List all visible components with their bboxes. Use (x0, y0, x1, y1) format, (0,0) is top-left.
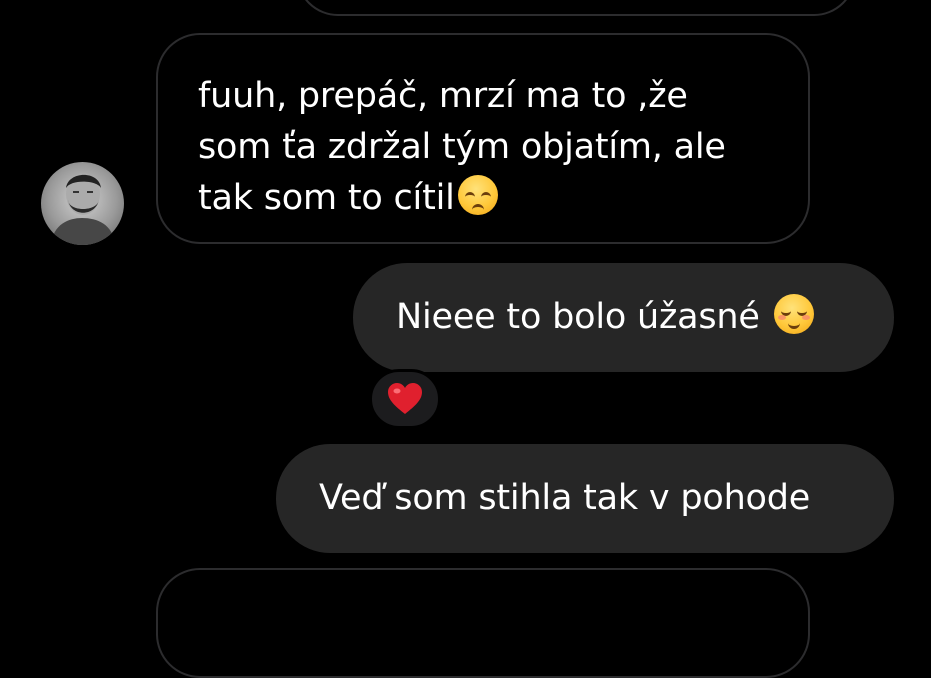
smiling-face-icon (773, 294, 814, 334)
received-message-bubble[interactable]: fuuh, prepáč, mrzí ma to ,že som ťa zdrž… (156, 33, 810, 244)
message-reaction[interactable] (369, 369, 441, 429)
message-text-line: tak som to cítil (198, 173, 808, 224)
message-text-line: som ťa zdržal tým objatím, ale (198, 127, 726, 167)
contact-avatar[interactable] (41, 162, 124, 245)
message-text-line: Nieee to bolo úžasné (396, 292, 894, 343)
pensive-face-icon (457, 175, 498, 215)
message-text-fragment: Nieee to bolo úžasné (396, 297, 760, 337)
message-text-line: Veď som stihla tak v pohode (319, 478, 811, 518)
avatar-photo-icon (51, 173, 115, 245)
message-text-fragment: tak som to cítil (198, 178, 455, 218)
message-text-line: fuuh, prepáč, mrzí ma to ,že (198, 76, 688, 116)
red-heart-icon (388, 383, 422, 414)
sent-message-bubble[interactable]: Nieee to bolo úžasné (353, 263, 894, 372)
message-bubble-partial-bottom[interactable] (156, 568, 810, 678)
message-bubble-partial-top[interactable] (296, 0, 856, 16)
sent-message-bubble[interactable]: Veď som stihla tak v pohode (276, 444, 894, 553)
